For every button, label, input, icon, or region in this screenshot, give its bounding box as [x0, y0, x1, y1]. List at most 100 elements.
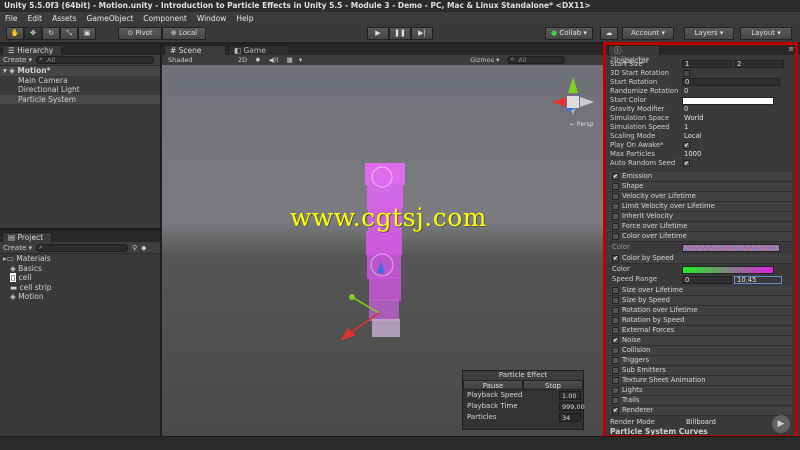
- project-folder-materials[interactable]: ▸▭ Materials: [0, 254, 160, 264]
- module-inherit-velocity[interactable]: Inherit Velocity: [609, 212, 792, 222]
- module-size-by-speed[interactable]: Size by Speed: [609, 296, 792, 306]
- hierarchy-create-button[interactable]: Create ▾: [3, 56, 32, 64]
- scene-search-input[interactable]: All: [507, 56, 566, 64]
- module-toggle-checkbox[interactable]: [612, 203, 619, 210]
- speed-range-min-field[interactable]: 0: [682, 276, 732, 284]
- toggle-2d-button[interactable]: 2D: [238, 56, 247, 64]
- cloud-button[interactable]: ☁: [600, 27, 618, 40]
- particle-pause-button[interactable]: Pause: [463, 380, 523, 390]
- menu-help[interactable]: Help: [231, 14, 258, 23]
- module-toggle-checkbox[interactable]: [612, 327, 619, 334]
- move-tool-button[interactable]: ✥: [24, 27, 42, 40]
- rect-tool-button[interactable]: ▣: [78, 27, 96, 40]
- effects-toggle-icon[interactable]: ▦: [287, 56, 293, 64]
- project-item-basics[interactable]: ◈ Basics: [0, 264, 160, 274]
- randomize-rotation-field[interactable]: 0: [684, 87, 688, 96]
- particle-stop-button[interactable]: Stop: [523, 380, 583, 390]
- menu-file[interactable]: File: [0, 14, 23, 23]
- module-emission[interactable]: ✔ Emission: [609, 172, 792, 182]
- hierarchy-item-main-camera[interactable]: Main Camera: [0, 76, 160, 86]
- rotate-tool-button[interactable]: ↻: [42, 27, 60, 40]
- module-renderer[interactable]: ✔ Renderer: [609, 406, 792, 416]
- module-lights[interactable]: Lights: [609, 386, 792, 396]
- start-size-min-field[interactable]: 1: [682, 60, 732, 68]
- module-toggle-checkbox[interactable]: ✔: [612, 255, 619, 262]
- simulation-speed-field[interactable]: 1: [684, 123, 688, 132]
- module-limit-velocity-over-lifetime[interactable]: Limit Velocity over Lifetime: [609, 202, 792, 212]
- pivot-toggle[interactable]: ⊙ Pivot: [118, 27, 162, 40]
- menu-gameobject[interactable]: GameObject: [82, 14, 139, 23]
- hierarchy-item-particle-system[interactable]: Particle System: [0, 94, 160, 104]
- module-toggle-checkbox[interactable]: [612, 193, 619, 200]
- playback-speed-field[interactable]: 1.00: [559, 391, 581, 400]
- module-toggle-checkbox[interactable]: [612, 387, 619, 394]
- color-by-speed-gradient[interactable]: [682, 266, 774, 274]
- 3d-start-rotation-checkbox[interactable]: [683, 70, 690, 77]
- playback-time-field[interactable]: 999.00: [559, 402, 585, 411]
- module-force-over-lifetime[interactable]: Force over Lifetime: [609, 222, 792, 232]
- project-item-motion[interactable]: ◈ Motion: [0, 292, 160, 302]
- module-noise[interactable]: ✔ Noise: [609, 336, 792, 346]
- scaling-mode-dropdown[interactable]: Local: [684, 132, 702, 141]
- module-texture-sheet-animation[interactable]: Texture Sheet Animation: [609, 376, 792, 386]
- particle-system-curves-header[interactable]: Particle System Curves: [610, 427, 708, 436]
- tab-hierarchy[interactable]: ☰ Hierarchy: [2, 45, 62, 56]
- hand-tool-button[interactable]: ✋: [6, 27, 24, 40]
- module-external-forces[interactable]: External Forces: [609, 326, 792, 336]
- max-particles-field[interactable]: 1000: [684, 150, 701, 159]
- module-toggle-checkbox[interactable]: ✔: [612, 407, 619, 414]
- audio-toggle-icon[interactable]: ◀)): [269, 56, 279, 64]
- hierarchy-item-directional-light[interactable]: Directional Light: [0, 85, 160, 95]
- start-size-max-field[interactable]: 2: [734, 60, 784, 68]
- scene-orientation-gizmo[interactable]: [552, 77, 594, 115]
- dropdown-arrow-icon[interactable]: ▾: [299, 56, 302, 64]
- collab-button[interactable]: ● Collab ▾: [545, 27, 593, 40]
- start-color-swatch[interactable]: [682, 97, 774, 105]
- player-play-overlay-icon[interactable]: ▶: [772, 415, 790, 433]
- scene-root-row[interactable]: ▾ ◈ Motion*: [0, 66, 160, 76]
- speed-range-max-field[interactable]: 10.45: [734, 276, 782, 284]
- module-color-by-speed[interactable]: ✔ Color by Speed: [609, 254, 792, 264]
- filter-by-type-icon[interactable]: ⚲: [132, 244, 137, 252]
- color-over-lifetime-gradient[interactable]: [682, 244, 780, 252]
- module-triggers[interactable]: Triggers: [609, 356, 792, 366]
- module-toggle-checkbox[interactable]: [612, 367, 619, 374]
- layers-dropdown[interactable]: Layers ▾: [684, 27, 734, 40]
- filter-by-label-icon[interactable]: ◆: [141, 244, 146, 252]
- scale-tool-button[interactable]: ⤡: [60, 27, 78, 40]
- menu-window[interactable]: Window: [192, 14, 232, 23]
- gravity-modifier-field[interactable]: 0: [684, 105, 688, 114]
- step-button[interactable]: ▶|: [411, 27, 433, 40]
- module-collision[interactable]: Collision: [609, 346, 792, 356]
- render-mode-dropdown[interactable]: Billboard: [686, 418, 716, 427]
- module-toggle-checkbox[interactable]: [612, 287, 619, 294]
- module-toggle-checkbox[interactable]: [612, 357, 619, 364]
- play-on-awake-checkbox[interactable]: ✔: [683, 142, 690, 149]
- auto-random-seed-checkbox[interactable]: ✔: [683, 160, 690, 167]
- pause-button[interactable]: ❚❚: [389, 27, 411, 40]
- module-color-over-lifetime[interactable]: Color over Lifetime: [609, 232, 792, 242]
- module-size-over-lifetime[interactable]: Size over Lifetime: [609, 286, 792, 296]
- module-toggle-checkbox[interactable]: [612, 297, 619, 304]
- module-toggle-checkbox[interactable]: [612, 183, 619, 190]
- module-shape[interactable]: Shape: [609, 182, 792, 192]
- tab-project[interactable]: ▤ Project: [2, 232, 52, 243]
- module-toggle-checkbox[interactable]: ✔: [612, 337, 619, 344]
- menu-edit[interactable]: Edit: [23, 14, 48, 23]
- menu-component[interactable]: Component: [138, 14, 192, 23]
- project-item-cell-strip[interactable]: ▬ cell strip: [0, 283, 160, 293]
- module-rotation-by-speed[interactable]: Rotation by Speed: [609, 316, 792, 326]
- gizmos-dropdown[interactable]: Gizmos ▾: [470, 56, 499, 64]
- project-search-input[interactable]: [36, 243, 128, 252]
- hierarchy-search-input[interactable]: All: [36, 56, 154, 64]
- module-rotation-over-lifetime[interactable]: Rotation over Lifetime: [609, 306, 792, 316]
- panel-menu-icon[interactable]: ≡: [788, 45, 794, 53]
- module-toggle-checkbox[interactable]: [612, 233, 619, 240]
- module-toggle-checkbox[interactable]: [612, 307, 619, 314]
- simulation-space-dropdown[interactable]: World: [684, 114, 703, 123]
- start-rotation-field[interactable]: 0: [682, 78, 780, 86]
- play-button[interactable]: ▶: [367, 27, 389, 40]
- module-sub-emitters[interactable]: Sub Emitters: [609, 366, 792, 376]
- module-toggle-checkbox[interactable]: [612, 223, 619, 230]
- module-toggle-checkbox[interactable]: [612, 377, 619, 384]
